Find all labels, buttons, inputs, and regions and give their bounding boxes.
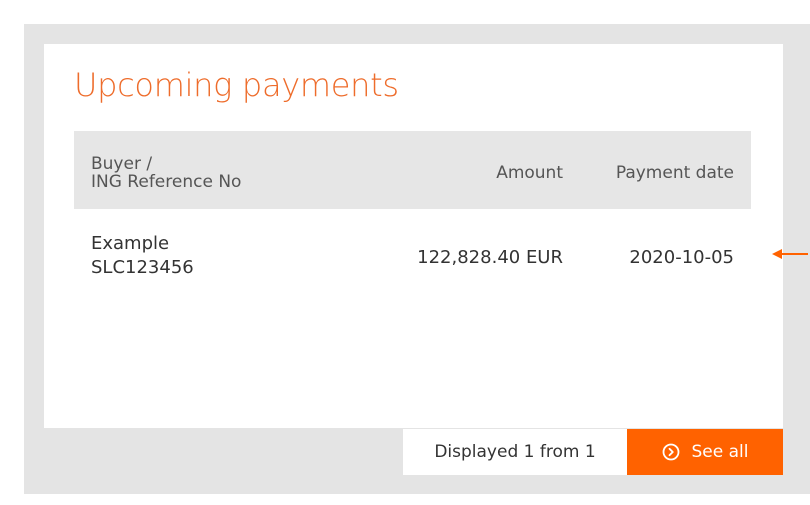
column-header-amount: Amount	[496, 163, 563, 183]
amount-cell: 122,828.40 EUR	[417, 247, 563, 268]
column-header-buyer-line2: ING Reference No	[91, 172, 242, 192]
upcoming-payments-card: Upcoming payments Buyer / ING Reference …	[44, 44, 783, 428]
table-header: Buyer / ING Reference No Amount Payment …	[74, 131, 751, 209]
table-row[interactable]: Example SLC123456 122,828.40 EUR 2020-10…	[74, 214, 751, 294]
pagination-count: Displayed 1 from 1	[403, 429, 627, 475]
widget-title: Upcoming payments	[74, 66, 399, 104]
chevron-right-circle-icon	[662, 443, 680, 461]
payment-date-cell: 2020-10-05	[629, 247, 734, 268]
see-all-label: See all	[691, 442, 749, 462]
column-header-buyer-line1: Buyer /	[91, 154, 153, 174]
column-header-buyer: Buyer / ING Reference No	[91, 155, 241, 191]
buyer-name: Example	[91, 233, 170, 254]
column-header-payment-date: Payment date	[615, 163, 734, 183]
see-all-button[interactable]: See all	[627, 429, 783, 475]
reference-number: SLC123456	[91, 257, 194, 278]
buyer-cell: Example SLC123456	[91, 232, 194, 280]
arrow-left-icon	[772, 246, 808, 266]
